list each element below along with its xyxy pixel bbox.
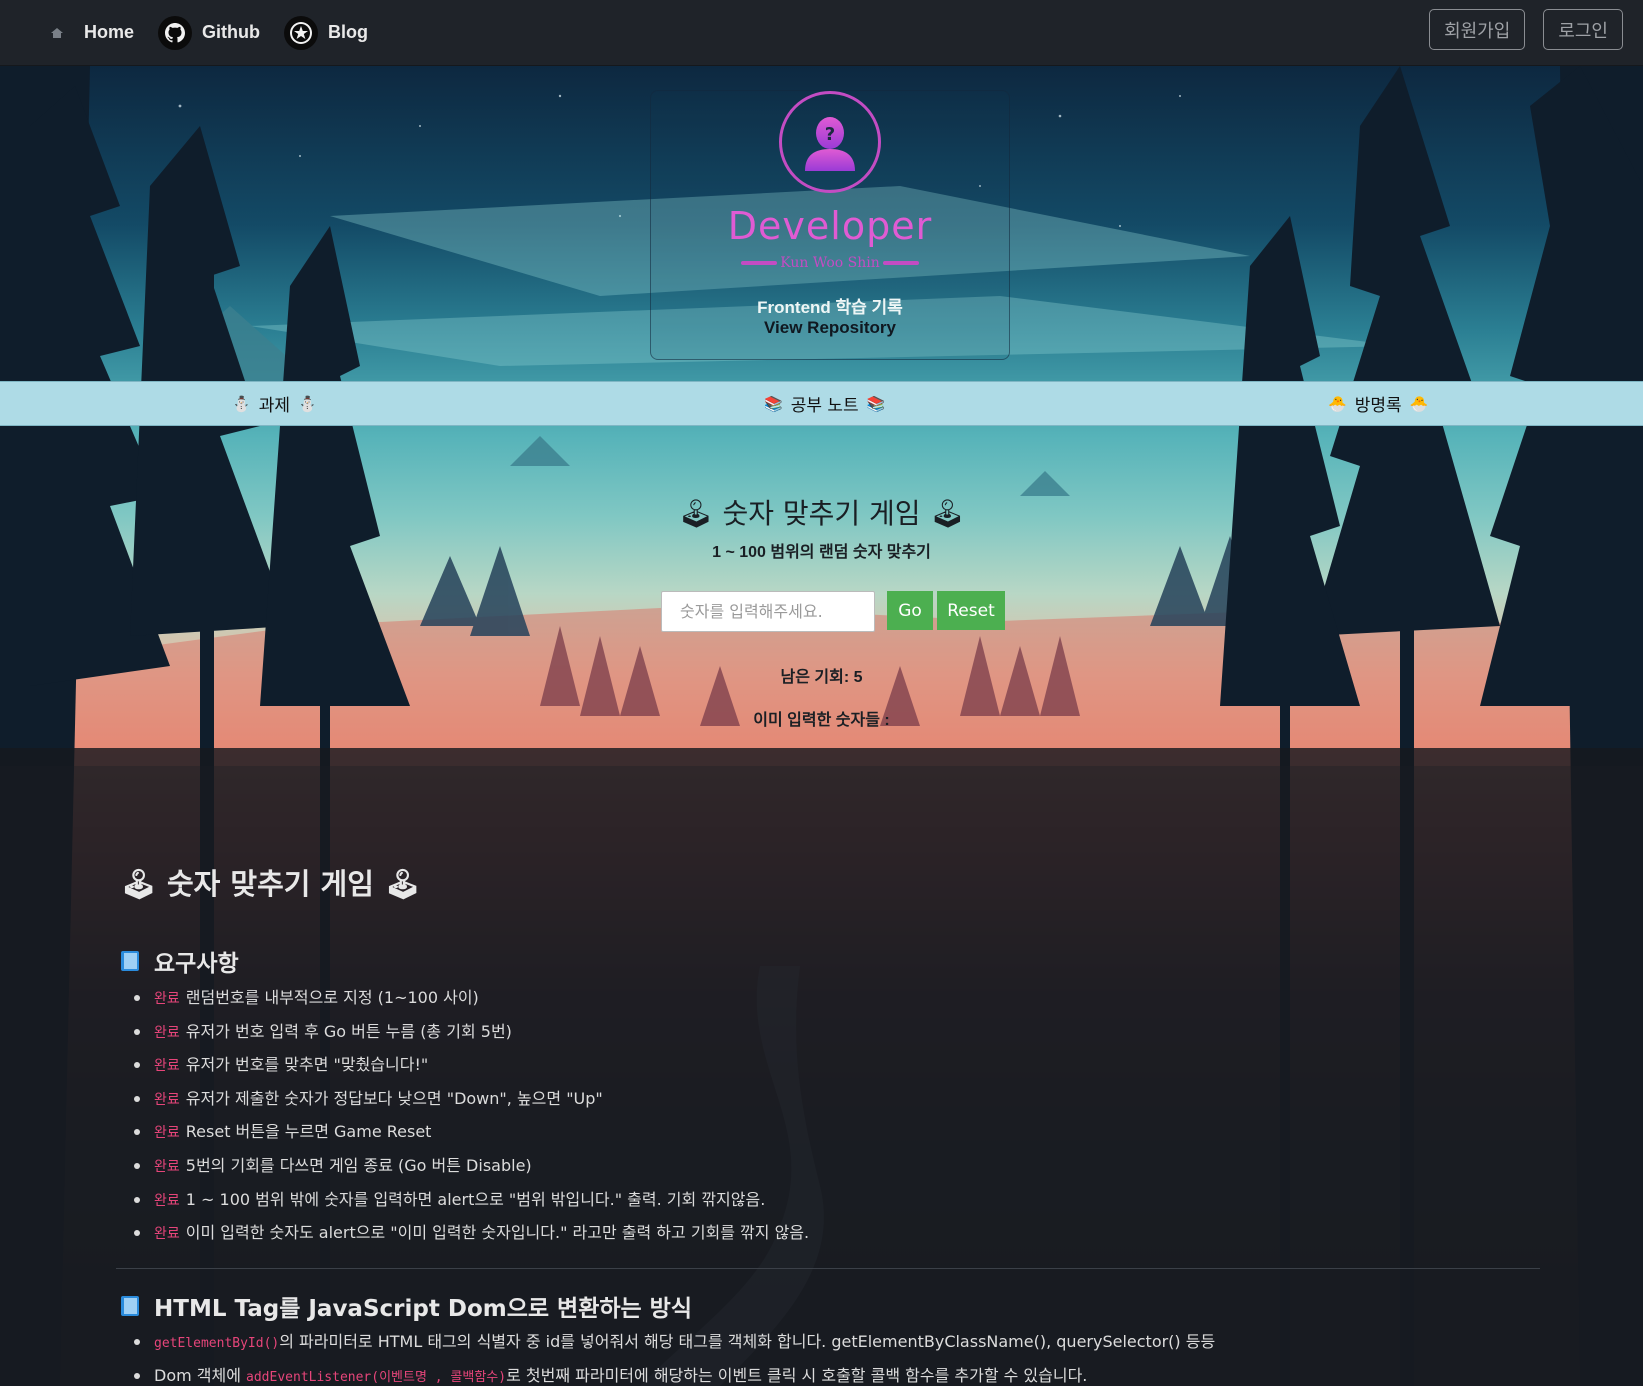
list-item: 완료 유저가 번호를 맞추면 "맞췄습니다!" xyxy=(134,1048,809,1082)
joystick-icon: 🕹 xyxy=(929,497,966,530)
list-item-text: 랜덤번호를 내부적으로 지정 (1~100 사이) xyxy=(185,988,479,1007)
joystick-icon: 🕹 xyxy=(384,867,421,901)
list-item: getElementById()의 파라미터로 HTML 태그의 식별자 중 i… xyxy=(134,1325,1215,1359)
list-item-text: 유저가 제출한 숫자가 정답보다 낮으면 "Down", 높으면 "Up" xyxy=(185,1088,603,1108)
inline-code: addEventListener(이벤트명 , 콜백함수) xyxy=(246,1369,507,1385)
readme-title: 🕹 숫자 맞추기 게임 🕹 xyxy=(120,861,421,903)
nav-home-link[interactable]: Home xyxy=(44,20,134,46)
list-item-text: Reset 버튼을 누르면 Game Reset xyxy=(185,1122,432,1142)
svg-text:?: ? xyxy=(825,124,835,145)
nav-home-label: Home xyxy=(84,22,135,42)
list-item-text: 1 ~ 100 범위 밖에 숫자를 입력하면 alert으로 "범위 밖입니다.… xyxy=(185,1189,766,1209)
requirements-heading: 요구사항 xyxy=(120,944,239,978)
books-icon: 📚 xyxy=(764,394,783,413)
list-item-text: 의 파라미터로 HTML 태그의 식별자 중 id를 넣어줘서 해당 태그를 객… xyxy=(279,1332,1216,1351)
list-item: 완료 Reset 버튼을 누르면 Game Reset xyxy=(134,1115,809,1149)
tab-guestbook-label: 방명록 xyxy=(1354,396,1402,416)
game-title: 🕹 숫자 맞추기 게임 🕹 xyxy=(0,492,1643,532)
list-item: Dom 객체에 addEventListener(이벤트명 , 콜백함수)로 첫… xyxy=(134,1359,1215,1386)
list-item: 완료 5번의 기회를 다쓰면 게임 종료 (Go 버튼 Disable) xyxy=(134,1149,809,1183)
divider xyxy=(116,1268,1540,1269)
books-icon: 📚 xyxy=(866,394,886,413)
game-title-text: 숫자 맞추기 게임 xyxy=(722,497,921,530)
chick-icon: 🐣 xyxy=(1409,394,1429,413)
tab-guestbook[interactable]: 🐣 방명록 🐣 xyxy=(1320,382,1436,425)
tab-assignments-label: 과제 xyxy=(258,396,290,416)
reset-button[interactable]: Reset xyxy=(937,591,1005,630)
snowman-icon: ⛄ xyxy=(297,394,317,413)
developer-name: Kun Woo Shin xyxy=(780,255,880,271)
decor-line-right xyxy=(882,261,919,265)
list-item-prefix: Dom 객체에 xyxy=(154,1365,247,1385)
entered-numbers: 이미 입력한 숫자들 : xyxy=(753,712,890,729)
tab-assignments[interactable]: ⛄ 과제 ⛄ xyxy=(224,382,325,425)
avatar: ? xyxy=(779,91,881,193)
list-item-text: 이미 입력한 숫자도 alert으로 "이미 입력한 숫자입니다." 라고만 출… xyxy=(185,1223,810,1243)
list-item: 완료 유저가 번호 입력 후 Go 버튼 누름 (총 기회 5번) xyxy=(134,1015,809,1049)
nav-links: Home Github Blog xyxy=(44,0,392,65)
dom-conversion-heading-text: HTML Tag를 JavaScript Dom으로 변환하는 방식 xyxy=(154,1296,693,1322)
nav-github-label: Github xyxy=(202,22,260,42)
tab-study-notes-label: 공부 노트 xyxy=(790,396,859,416)
done-badge: 완료 xyxy=(154,1192,180,1209)
done-badge: 완료 xyxy=(154,1226,180,1243)
done-badge: 완료 xyxy=(154,1158,180,1175)
chick-icon: 🐣 xyxy=(1328,394,1347,413)
list-item: 완료 1 ~ 100 범위 밖에 숫자를 입력하면 alert으로 "범위 밖입니… xyxy=(134,1183,809,1217)
top-navbar: Home Github Blog 회원가입 로그인 xyxy=(0,0,1643,66)
view-repository-link[interactable]: View Repository xyxy=(651,318,1009,338)
profile-card: ? Developer Kun Woo Shin Frontend 학습 기록 … xyxy=(650,90,1010,360)
blog-star-icon xyxy=(284,15,318,50)
nav-github-link[interactable]: Github xyxy=(158,15,260,50)
home-icon xyxy=(44,20,70,46)
list-item-text: 로 첫번째 파라미터에 해당하는 이벤트 클릭 시 호출할 콜백 함수를 추가할… xyxy=(506,1365,1088,1385)
tab-study-notes[interactable]: 📚 공부 노트 📚 xyxy=(756,382,893,425)
nav-blog-link[interactable]: Blog xyxy=(284,15,368,50)
login-button[interactable]: 로그인 xyxy=(1543,9,1623,50)
done-badge: 완료 xyxy=(154,1058,180,1075)
snowman-icon: ⛄ xyxy=(232,394,251,413)
game-subtitle: 1 ~ 100 범위의 랜덤 숫자 맞추기 xyxy=(712,544,931,561)
github-icon xyxy=(158,15,193,50)
go-button[interactable]: Go xyxy=(887,591,933,630)
developer-name-row: Kun Woo Shin xyxy=(651,255,1009,271)
developer-description: Frontend 학습 기록 xyxy=(757,298,903,317)
joystick-icon: 🕹 xyxy=(120,867,157,901)
joystick-icon: 🕹 xyxy=(677,497,714,530)
blue-book-icon xyxy=(121,951,139,971)
readme-panel: 🕹 숫자 맞추기 게임 🕹 요구사항 완료 랜덤번호를 내부적으로 지정 (1~1… xyxy=(0,748,1643,1386)
section-tabbar: ⛄ 과제 ⛄ 📚 공부 노트 📚 🐣 방명록 🐣 xyxy=(0,381,1643,426)
auth-buttons: 회원가입 로그인 xyxy=(1411,9,1623,50)
done-badge: 완료 xyxy=(154,1091,180,1108)
done-badge: 완료 xyxy=(154,1125,180,1142)
done-badge: 완료 xyxy=(154,1024,180,1041)
list-item: 완료 유저가 제출한 숫자가 정답보다 낮으면 "Down", 높으면 "Up" xyxy=(134,1082,809,1116)
dom-conversion-list: getElementById()의 파라미터로 HTML 태그의 식별자 중 i… xyxy=(134,1325,1215,1386)
readme-title-text: 숫자 맞추기 게임 xyxy=(166,867,374,901)
blue-book-icon xyxy=(121,1296,139,1316)
dom-conversion-heading: HTML Tag를 JavaScript Dom으로 변환하는 방식 xyxy=(120,1289,692,1323)
inline-code: getElementById() xyxy=(154,1336,280,1351)
signup-button[interactable]: 회원가입 xyxy=(1429,9,1526,50)
requirements-heading-text: 요구사항 xyxy=(154,951,239,977)
requirements-list: 완료 랜덤번호를 내부적으로 지정 (1~100 사이) 완료 유저가 번호 입력 … xyxy=(134,981,809,1250)
unknown-person-icon: ? xyxy=(805,117,855,171)
list-item: 완료 이미 입력한 숫자도 alert으로 "이미 입력한 숫자입니다." 라고만… xyxy=(134,1216,809,1250)
done-badge: 완료 xyxy=(154,991,180,1007)
list-item-text: 유저가 번호를 맞추면 "맞췄습니다!" xyxy=(185,1055,429,1075)
developer-title: Developer xyxy=(727,204,933,248)
list-item-text: 유저가 번호 입력 후 Go 버튼 누름 (총 기회 5번) xyxy=(185,1021,512,1041)
nav-blog-label: Blog xyxy=(328,22,368,42)
list-item-text: 5번의 기회를 다쓰면 게임 종료 (Go 버튼 Disable) xyxy=(185,1155,532,1175)
remaining-chances: 남은 기회: 5 xyxy=(780,669,863,686)
decor-line-left xyxy=(741,261,778,265)
list-item: 완료 랜덤번호를 내부적으로 지정 (1~100 사이) xyxy=(134,981,809,1015)
number-input[interactable] xyxy=(661,591,875,632)
